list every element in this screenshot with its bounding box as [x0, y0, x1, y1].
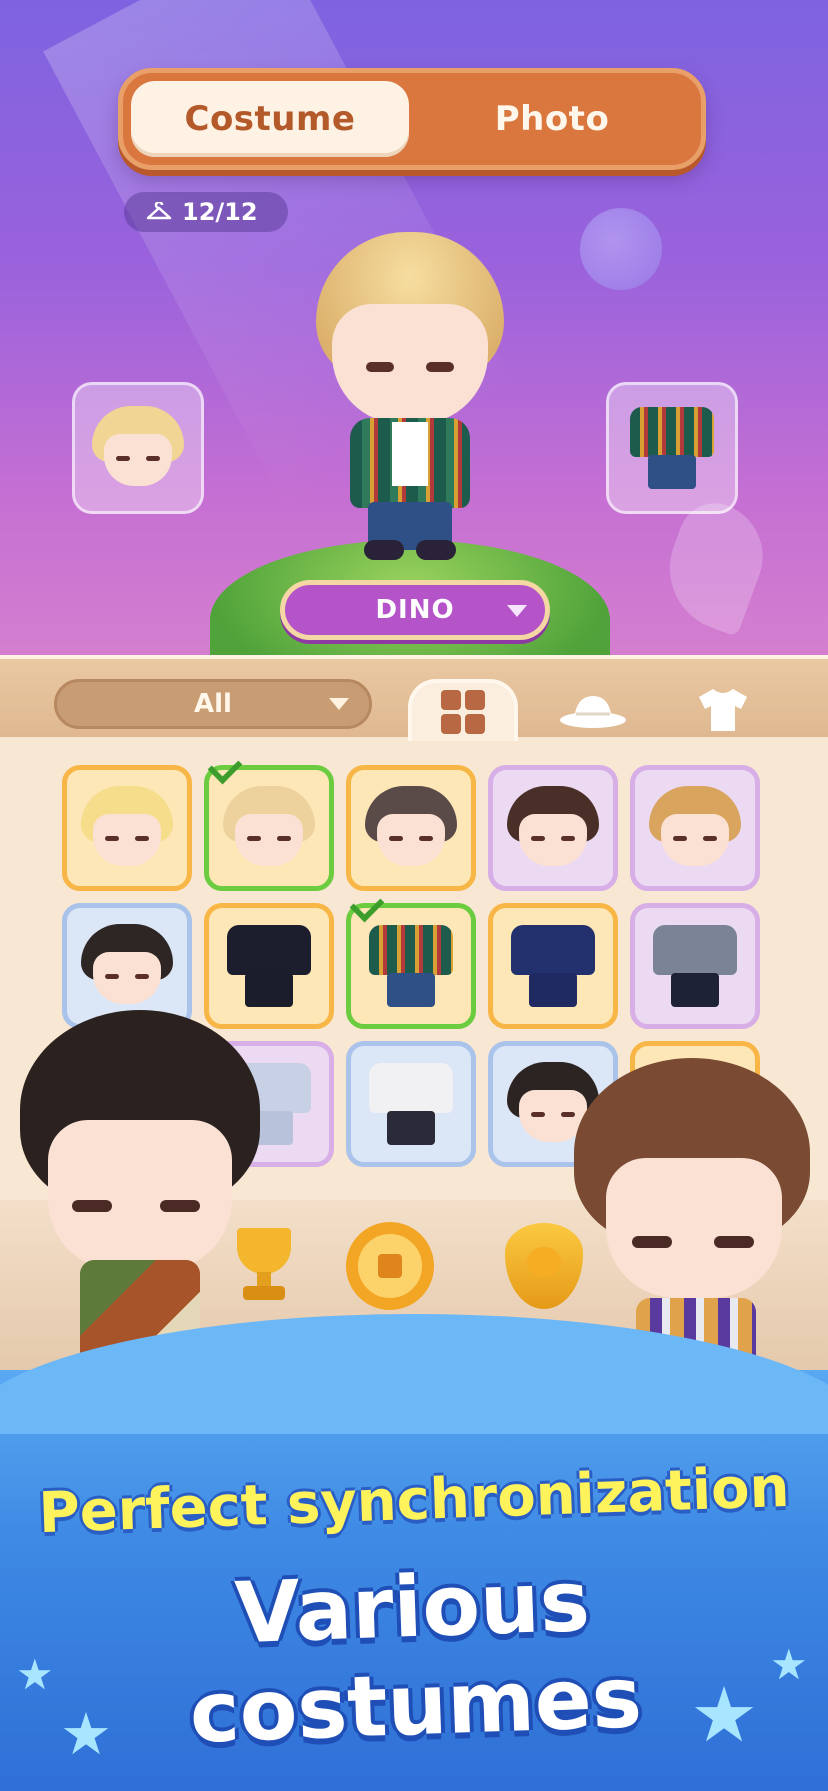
check-icon	[207, 749, 243, 785]
character-avatar[interactable]	[310, 232, 510, 562]
hanger-icon	[146, 202, 172, 220]
tab-hats[interactable]	[538, 679, 648, 741]
outfit-thumbnail	[369, 1059, 453, 1149]
grid-icon	[441, 690, 485, 734]
filter-bar: All	[0, 655, 828, 741]
cloud-decoration	[652, 493, 778, 637]
hair-thumbnail	[81, 786, 173, 870]
filter-value: All	[194, 689, 232, 719]
costume-item[interactable]	[630, 765, 760, 891]
hat-icon	[560, 696, 626, 728]
outfit-thumbnail	[227, 921, 311, 1011]
costume-item-selected[interactable]	[204, 749, 334, 891]
tab-photo[interactable]: Photo	[413, 81, 691, 157]
filter-dropdown[interactable]: All	[54, 679, 372, 729]
ship-wheel-home-icon	[346, 1222, 434, 1310]
character-select-dropdown[interactable]: DINO	[280, 580, 550, 640]
tshirt-icon	[699, 689, 747, 731]
hair-thumbnail	[223, 786, 315, 870]
hair-thumbnail	[365, 786, 457, 870]
home-button[interactable]	[342, 1218, 438, 1314]
costume-item[interactable]	[630, 903, 760, 1029]
banner-headline: Various costumes	[188, 1551, 644, 1762]
moon-decoration	[580, 208, 662, 290]
check-icon	[349, 887, 385, 923]
hair-thumbnail	[81, 924, 173, 1008]
costume-counter: 12/12	[124, 192, 288, 232]
chevron-down-icon	[507, 605, 527, 617]
tab-all-items[interactable]	[408, 679, 518, 741]
outfit-slot-card[interactable]	[606, 382, 738, 514]
hair-slot-card[interactable]	[72, 382, 204, 514]
outfit-thumbnail	[369, 921, 453, 1011]
costume-count: 12/12	[182, 198, 258, 226]
costume-item-selected[interactable]	[346, 887, 476, 1029]
mode-segmented-control: Costume Photo	[118, 68, 706, 170]
costume-item[interactable]	[488, 765, 618, 891]
tab-clothes[interactable]	[668, 679, 778, 741]
outfit-thumbnail	[653, 921, 737, 1011]
hair-thumbnail	[92, 406, 184, 490]
costume-item[interactable]	[346, 1041, 476, 1167]
hair-thumbnail	[507, 786, 599, 870]
hair-thumbnail	[649, 786, 741, 870]
chevron-down-icon	[329, 698, 349, 710]
outfit-thumbnail	[511, 921, 595, 1011]
tab-costume[interactable]: Costume	[131, 81, 409, 157]
costume-item[interactable]	[488, 903, 618, 1029]
costume-item[interactable]	[62, 765, 192, 891]
character-name: DINO	[375, 595, 455, 625]
outfit-thumbnail	[630, 403, 714, 493]
costume-stage: Costume Photo 12/12 DINO	[0, 0, 828, 660]
costume-item[interactable]	[346, 765, 476, 891]
